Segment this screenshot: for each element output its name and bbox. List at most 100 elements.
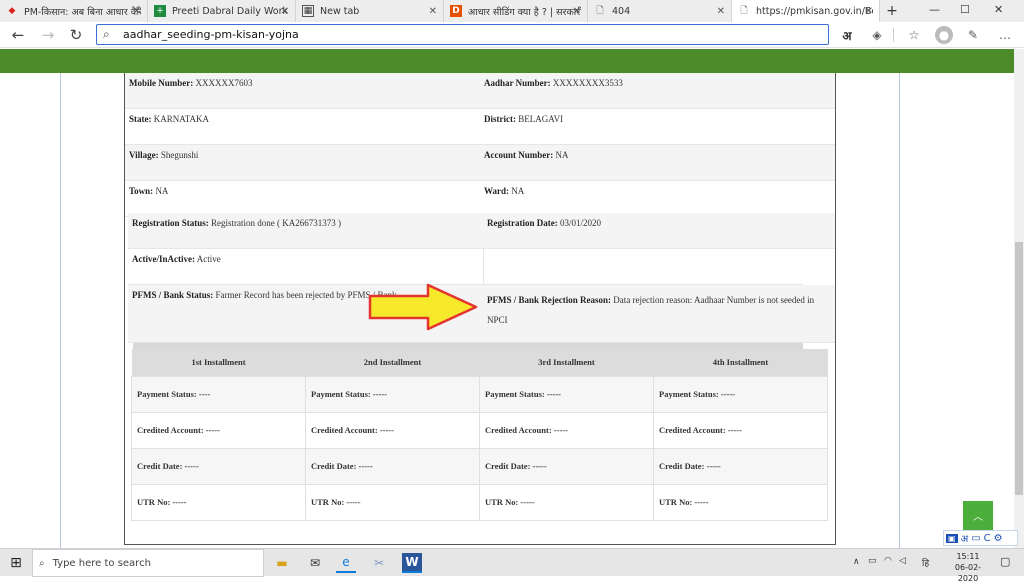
tab-404[interactable]: 🗋 404 ✕ (588, 0, 732, 22)
back-arrow-icon[interactable]: ← (8, 25, 28, 45)
field-value: 03/01/2020 (559, 218, 601, 228)
field-label: Ward: (484, 186, 510, 196)
column-header: 1st Installment (131, 349, 306, 376)
address-text: aadhar_seeding-pm-kisan-yojna (123, 28, 299, 41)
tab-pmkisan-beneficiary[interactable]: 🗋 https://pmkisan.gov.in/Bene ✕ (732, 0, 880, 22)
close-icon[interactable]: ✕ (429, 6, 437, 17)
table-cell: UTR No: ----- (131, 483, 306, 521)
mail-icon[interactable]: ✉ (305, 553, 325, 573)
close-icon[interactable]: ✕ (133, 6, 141, 17)
keyboard-icon: ▣ (946, 533, 958, 543)
highlight-arrow-icon (368, 283, 478, 331)
page-border-right (899, 73, 900, 548)
account-number-field: Account Number: NA (480, 145, 835, 181)
district-field: District: BELAGAVI (480, 109, 835, 145)
settings-gear-icon[interactable]: ⚙ (994, 533, 1003, 544)
table-cell: Credited Account: ----- (653, 411, 828, 449)
search-icon: ⌕ (103, 27, 110, 41)
language-indicator[interactable]: हि (922, 556, 929, 569)
field-value: Shegunshi (160, 150, 199, 160)
read-aloud-icon[interactable]: अ (838, 26, 856, 44)
close-icon[interactable]: ✕ (717, 6, 725, 17)
town-field: Town: NA (125, 181, 480, 217)
show-hidden-icons-icon[interactable]: ∧ (853, 557, 860, 567)
page-border-left (60, 73, 61, 548)
field-value: NA (511, 186, 525, 196)
close-icon[interactable]: ✕ (281, 6, 289, 17)
close-icon[interactable]: ✕ (573, 6, 581, 17)
village-field: Village: Shegunshi (125, 145, 480, 181)
tab-aadhar-seeding[interactable]: D आधार सीडिंग क्या है ? | सरकारी ✕ (444, 0, 588, 22)
profile-avatar-icon[interactable]: ● (935, 26, 953, 44)
minimize-icon[interactable]: — (929, 3, 940, 16)
column-header: 2nd Installment (305, 349, 480, 376)
ime-c-label[interactable]: C (984, 533, 991, 544)
tab-label: https://pmkisan.gov.in/Bene (756, 5, 873, 17)
network-icon[interactable]: ◠ (884, 556, 892, 566)
window-close-icon[interactable]: ✕ (994, 3, 1003, 16)
taskbar-search-box[interactable]: ⌕ Type here to search (32, 549, 264, 577)
field-value: KARNATAKA (153, 114, 210, 124)
table-cell: Credit Date: ----- (305, 447, 480, 485)
close-icon[interactable]: ✕ (865, 6, 873, 17)
field-label: PFMS / Bank Status: (132, 290, 214, 300)
notification-icon[interactable]: ▢ (1000, 555, 1010, 568)
field-label: Aadhar Number: (484, 78, 551, 88)
address-input[interactable]: ⌕ aadhar_seeding-pm-kisan-yojna (96, 24, 829, 45)
tab-preeti-daily-work[interactable]: + Preeti Dabral Daily Work - G ✕ (148, 0, 296, 22)
empty-cell (483, 249, 803, 285)
search-placeholder: Type here to search (52, 557, 151, 569)
installments-table: 1st Installment 2nd Installment 3rd Inst… (131, 349, 828, 521)
scroll-to-top-button[interactable]: ︿ (963, 501, 993, 530)
field-value: XXXXXXXX3533 (552, 78, 623, 88)
battery-icon[interactable]: ▭ (868, 556, 877, 566)
field-label: State: (129, 114, 152, 124)
tab-new-tab[interactable]: ▦ New tab ✕ (296, 0, 444, 22)
snipping-tool-icon[interactable]: ✂ (369, 553, 389, 573)
pfms-rejection-reason-field: PFMS / Bank Rejection Reason: Data rejec… (483, 285, 835, 343)
search-icon: ⌕ (39, 557, 45, 569)
field-label: Registration Date: (487, 218, 558, 228)
clock[interactable]: 15:11 06-02-2020 (946, 551, 990, 584)
field-label: Active/InActive: (132, 254, 195, 264)
registration-date-field: Registration Date: 03/01/2020 (483, 213, 835, 249)
scrollbar-thumb[interactable] (1015, 242, 1023, 495)
edge-browser-icon[interactable]: e (336, 553, 356, 573)
tab-pm-kisan[interactable]: ◆ PM-किसान: अब बिना आधार वैरि ✕ (0, 0, 148, 22)
table-row: Credit Date: ----- Credit Date: ----- Cr… (131, 447, 828, 485)
table-cell: UTR No: ----- (479, 483, 654, 521)
maximize-icon[interactable]: ☐ (960, 3, 970, 16)
more-menu-icon[interactable]: … (996, 26, 1014, 44)
table-row: Credited Account: ----- Credited Account… (131, 411, 828, 449)
field-value: NA (555, 150, 569, 160)
field-value: NA (155, 186, 169, 196)
extension-icon[interactable]: ◈ (868, 26, 886, 44)
refresh-icon[interactable]: ↻ (66, 25, 86, 45)
d-logo-icon: D (450, 5, 462, 17)
word-icon[interactable]: W (402, 553, 422, 573)
field-label: Account Number: (484, 150, 554, 160)
table-cell: Payment Status: ---- (131, 375, 306, 413)
tab-strip: ◆ PM-किसान: अब बिना आधार वैरि ✕ + Preeti… (0, 0, 1024, 22)
table-cell: UTR No: ----- (305, 483, 480, 521)
field-label: Village: (129, 150, 159, 160)
file-explorer-icon[interactable]: ▬ (272, 553, 292, 573)
chevron-up-icon: ︿ (973, 512, 983, 523)
hindi-input-label[interactable]: अ (961, 531, 969, 545)
new-tab-button[interactable]: + (884, 2, 900, 20)
field-value: XXXXXX7603 (195, 78, 253, 88)
tab-label: New tab (320, 5, 360, 17)
table-header-row: 1st Installment 2nd Installment 3rd Inst… (131, 349, 828, 376)
table-cell: Credited Account: ----- (131, 411, 306, 449)
volume-icon[interactable]: ◁ (899, 556, 906, 566)
favorites-icon[interactable]: ☆ (905, 26, 923, 44)
windows-start-icon[interactable]: ⊞ (6, 553, 26, 573)
field-value: Registration done ( KA266731373 ) (211, 218, 341, 228)
column-header: 3rd Installment (479, 349, 654, 376)
input-method-toolbar[interactable]: ▣ अ ▭ C ⚙ (943, 530, 1018, 546)
keyboard-layout-icon[interactable]: ▭ (971, 533, 980, 544)
newtab-icon: ▦ (302, 5, 314, 17)
forward-arrow-icon[interactable]: → (38, 25, 58, 45)
share-icon[interactable]: ✎ (964, 26, 982, 44)
table-row: Payment Status: ---- Payment Status: ---… (131, 375, 828, 413)
